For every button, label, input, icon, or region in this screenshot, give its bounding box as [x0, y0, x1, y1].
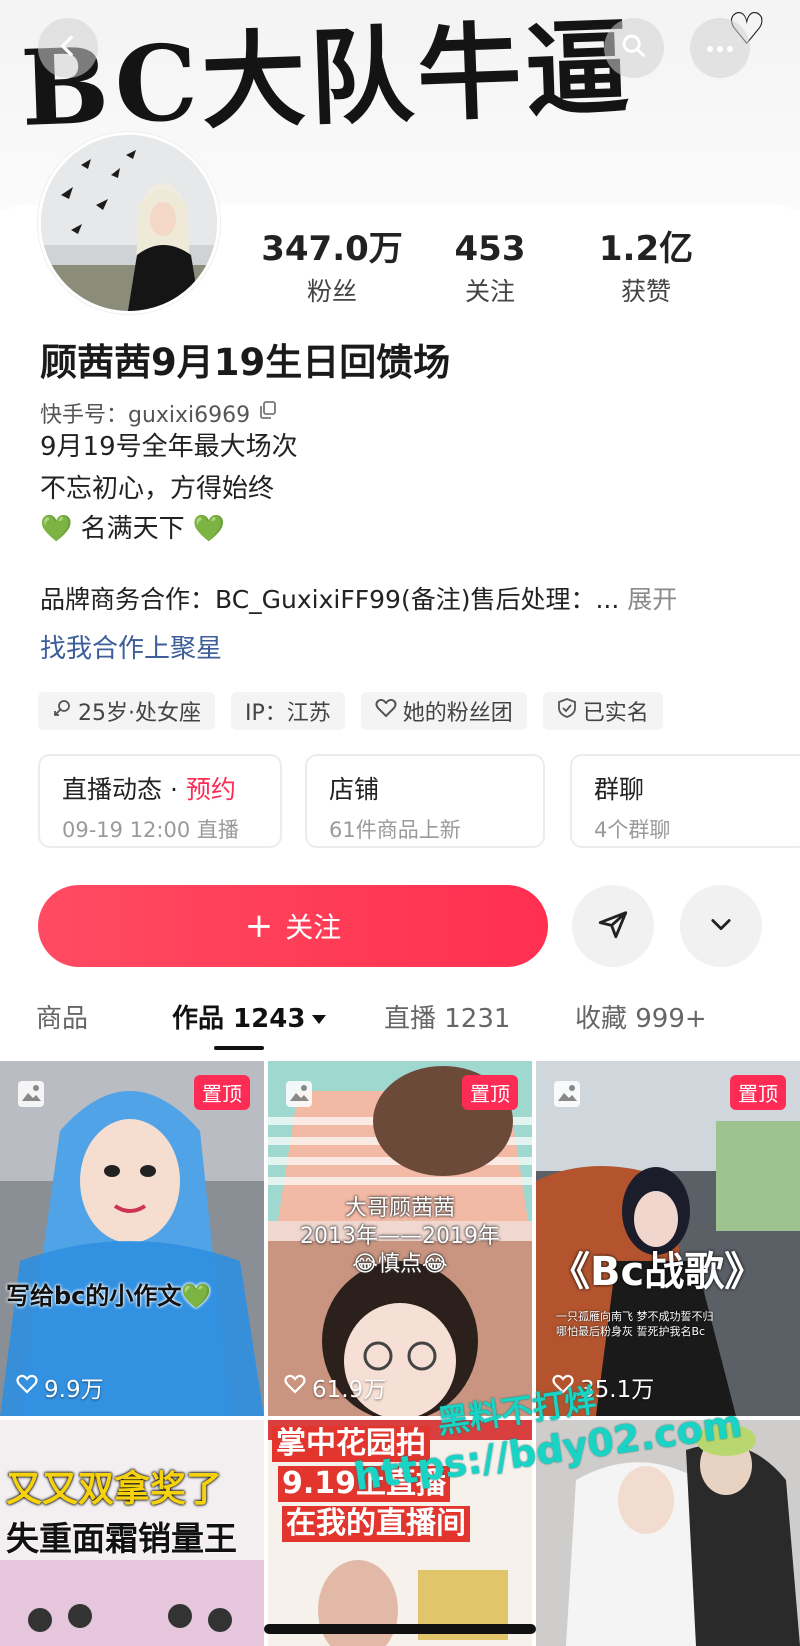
- feature-live-schedule[interactable]: 直播动态 · 预约 09-19 12:00 直播: [38, 754, 282, 848]
- tag-age[interactable]: 25岁·处女座: [38, 692, 215, 730]
- bio-line: 不忘初心，方得始终: [40, 474, 275, 504]
- video-caption: 又又双拿奖了: [6, 1469, 223, 1510]
- gender-icon: [52, 698, 72, 724]
- kuaishou-id-text: 快手号：guxixi6969: [40, 403, 251, 428]
- send-icon: [596, 907, 630, 945]
- video-tile[interactable]: 置顶 《Bc战歌》 一只孤雁向南飞 梦不成功誓不归 哪怕最后粉身灰 誓死护我名B…: [536, 1061, 800, 1416]
- pinned-badge: 置顶: [730, 1075, 786, 1110]
- image-icon: [16, 1079, 46, 1109]
- like-count: 61.9万: [284, 1370, 386, 1404]
- tab-live[interactable]: 直播 1231: [384, 998, 510, 1035]
- search-icon: [620, 32, 648, 64]
- stat-following-label: 关注: [464, 277, 515, 306]
- feature-group-chat[interactable]: 群聊 4个群聊: [570, 754, 800, 848]
- follow-button-label: 关注: [285, 911, 342, 944]
- bio-line: 💚 名满天下 💚: [40, 514, 226, 544]
- feature-live-separator: ·: [162, 775, 186, 804]
- like-count: 9.9万: [16, 1370, 104, 1404]
- feature-shop-title: 店铺: [329, 775, 380, 804]
- pinned-badge: 置顶: [194, 1075, 250, 1110]
- copy-icon[interactable]: [258, 400, 278, 426]
- video-caption: 《Bc战歌》: [550, 1249, 765, 1295]
- expand-link[interactable]: 展开: [627, 580, 677, 616]
- tag-verified-label: 已实名: [582, 701, 649, 726]
- tag-age-label: 25岁·处女座: [78, 701, 201, 726]
- tab-works[interactable]: 作品 1243: [172, 998, 327, 1035]
- feature-live-subtitle: 09-19 12:00 直播: [62, 818, 239, 842]
- content-tabs: 商品 作品 1243 直播 1231 收藏 999+: [0, 998, 800, 1052]
- video-caption: 失重面霜销量王: [6, 1519, 237, 1558]
- video-caption-line: 大哥顾茜茜: [344, 1196, 455, 1221]
- image-icon: [284, 1079, 314, 1109]
- tag-ip: IP：江苏: [231, 692, 345, 730]
- back-button[interactable]: [38, 18, 98, 78]
- more-dots-icon: [706, 39, 734, 58]
- tab-active-indicator: [214, 1046, 264, 1050]
- heart-icon: [16, 1374, 38, 1400]
- tab-works-label: 作品 1243: [172, 1004, 306, 1034]
- stat-following[interactable]: 453 关注: [410, 228, 570, 310]
- stat-fans-value: 347.0万: [261, 229, 403, 269]
- stat-fans-label: 粉丝: [306, 277, 357, 306]
- caret-down-icon: [311, 1002, 327, 1032]
- tag-verified[interactable]: 已实名: [542, 692, 663, 730]
- feature-live-reserve[interactable]: 预约: [186, 775, 236, 804]
- tab-products[interactable]: 商品: [36, 998, 88, 1035]
- share-button[interactable]: [572, 885, 654, 967]
- video-subcaption-line: 哪怕最后粉身灰 誓死护我名Bc: [556, 1325, 706, 1338]
- tab-favorites[interactable]: 收藏 999+: [575, 998, 707, 1035]
- verified-shield-icon: [557, 697, 577, 725]
- heart-icon: [284, 1374, 306, 1400]
- feature-live-title: 直播动态 · 预约: [62, 770, 258, 806]
- stat-fans[interactable]: 347.0万 粉丝: [252, 228, 412, 310]
- video-caption: 大哥顾茜茜 2013年——2019年 😂慎点😂: [268, 1195, 532, 1279]
- tag-ip-label: IP：江苏: [245, 701, 331, 726]
- like-count-value: 9.9万: [44, 1377, 104, 1403]
- feature-group-title: 群聊: [594, 775, 645, 804]
- tag-fan-club-label: 她的粉丝团: [402, 701, 513, 726]
- follow-button[interactable]: + 关注: [38, 885, 548, 967]
- chevron-left-icon: [55, 33, 81, 63]
- feature-group-subtitle: 4个群聊: [594, 818, 671, 842]
- stat-likes-value: 1.2亿: [598, 229, 694, 269]
- pinned-badge: 置顶: [462, 1075, 518, 1110]
- search-button[interactable]: [604, 18, 664, 78]
- banner-handwriting: BC大队牛逼: [18, 5, 636, 150]
- more-button[interactable]: [690, 18, 750, 78]
- video-caption: 在我的直播间: [282, 1506, 470, 1542]
- bio-line: 9月19号全年最大场次: [40, 432, 298, 462]
- like-count-value: 61.9万: [312, 1377, 387, 1403]
- profile-tags: 25岁·处女座 IP：江苏 她的粉丝团 已实名: [38, 692, 663, 730]
- brand-cooperation-text: 品牌商务合作：BC_GuxixiFF99(备注)售后处理：...: [40, 585, 620, 614]
- video-caption: 写给bc的小作文💚: [6, 1282, 212, 1310]
- stat-following-value: 453: [454, 229, 526, 269]
- stat-likes[interactable]: 1.2亿 获赞: [566, 228, 726, 310]
- feature-live-title-text: 直播动态: [62, 775, 163, 804]
- brand-cooperation-line: 品牌商务合作：BC_GuxixiFF99(备注)售后处理：... 展开: [40, 580, 677, 616]
- plus-icon: +: [244, 906, 274, 946]
- chevron-down-icon: [707, 910, 735, 942]
- video-caption-line: 2013年——2019年: [300, 1224, 500, 1249]
- video-tile[interactable]: 置顶 大哥顾茜茜 2013年——2019年 😂慎点😂 61.9万: [268, 1061, 532, 1416]
- more-options-button[interactable]: [680, 885, 762, 967]
- image-icon: [552, 1079, 582, 1109]
- kuaishou-id[interactable]: 快手号：guxixi6969: [40, 397, 278, 429]
- heart-outline-icon: [375, 698, 397, 724]
- juxing-cooperation-link[interactable]: 找我合作上聚星: [40, 628, 222, 665]
- feature-shop-subtitle: 61件商品上新: [329, 818, 461, 842]
- video-caption-line: 😂慎点😂: [352, 1252, 448, 1277]
- tag-fan-club[interactable]: 她的粉丝团: [360, 692, 527, 730]
- video-tile[interactable]: 置顶 写给bc的小作文💚 9.9万: [0, 1061, 264, 1416]
- home-indicator: [264, 1624, 536, 1634]
- stat-likes-label: 获赞: [620, 277, 671, 306]
- feature-shop[interactable]: 店铺 61件商品上新: [305, 754, 545, 848]
- video-subcaption-line: 一只孤雁向南飞 梦不成功誓不归: [556, 1310, 714, 1323]
- video-tile[interactable]: 又又双拿奖了 失重面霜销量王: [0, 1420, 264, 1646]
- profile-name: 顾茜茜9月19生日回馈场: [40, 341, 451, 384]
- avatar[interactable]: [38, 132, 220, 314]
- video-grid: 置顶 写给bc的小作文💚 9.9万 置顶 大哥顾茜茜 2013年——2019年: [0, 1061, 800, 1646]
- video-subcaption: 一只孤雁向南飞 梦不成功誓不归 哪怕最后粉身灰 誓死护我名Bc: [556, 1309, 714, 1339]
